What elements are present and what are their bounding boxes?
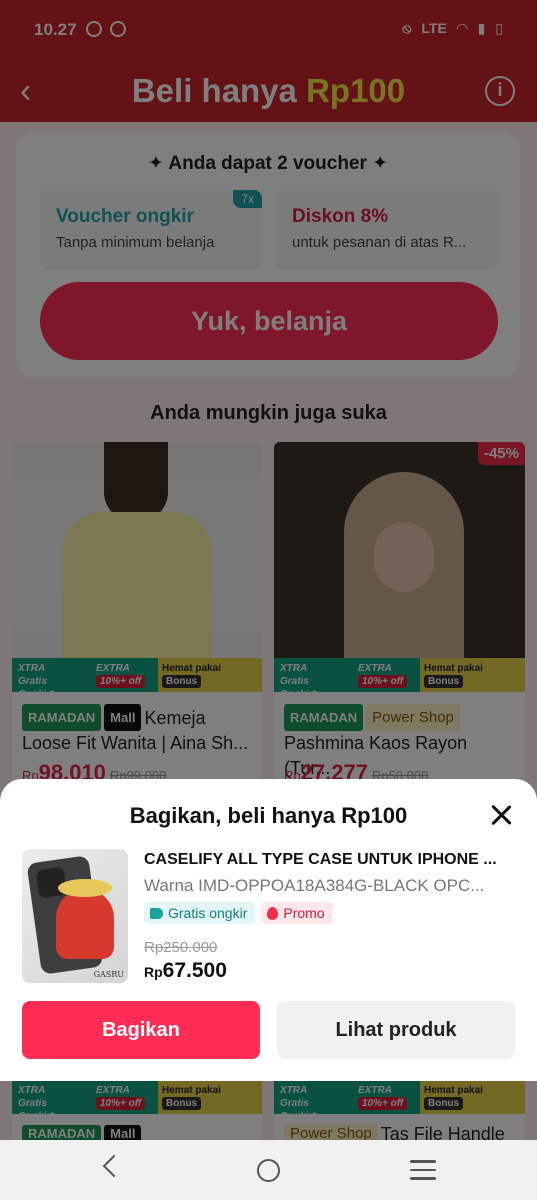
chip-label: Gratis ongkir: [168, 905, 248, 921]
price-value: 67.500: [162, 959, 227, 982]
system-nav-bar: [0, 1140, 537, 1200]
currency: Rp: [144, 964, 163, 980]
product-chips: Gratis ongkir Promo: [144, 902, 333, 924]
straw-hat-shape: [58, 879, 112, 897]
promo-chip: Promo: [261, 902, 333, 924]
close-icon[interactable]: [487, 801, 515, 829]
sale-price: Rp67.500: [144, 959, 227, 983]
nav-home-icon[interactable]: [257, 1159, 280, 1182]
product-variant: Warna IMD-OPPOA18A384G-BLACK OPC...: [144, 876, 485, 895]
view-product-button[interactable]: Lihat produk: [277, 1001, 515, 1059]
share-button[interactable]: Bagikan: [22, 1001, 260, 1059]
flame-icon: [267, 906, 279, 920]
truck-icon: [150, 907, 163, 919]
product-name: CASELIFY ALL TYPE CASE UNTUK IPHONE ...: [144, 851, 497, 868]
share-sheet: Bagikan, beli hanya Rp100 GASRU CASELIFY…: [0, 779, 537, 1081]
original-price: Rp250.000: [144, 939, 218, 956]
thumb-brand: GASRU: [93, 970, 124, 979]
nav-back-icon[interactable]: [102, 1154, 126, 1178]
free-shipping-chip: Gratis ongkir: [144, 902, 256, 924]
product-thumbnail: GASRU: [22, 849, 128, 983]
nav-recents-icon[interactable]: [410, 1160, 436, 1180]
sheet-title: Bagikan, beli hanya Rp100: [129, 803, 408, 828]
character-shape: [56, 889, 114, 959]
chip-label: Promo: [283, 905, 325, 921]
